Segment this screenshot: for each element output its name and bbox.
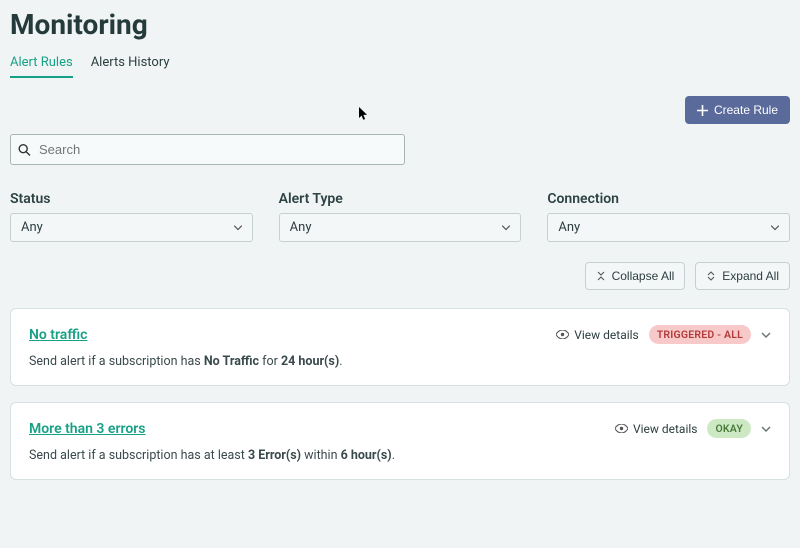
create-rule-button[interactable]: Create Rule [685, 96, 790, 124]
collapse-all-button[interactable]: Collapse All [585, 262, 686, 290]
caret-down-icon [234, 225, 242, 230]
chevron-down-icon[interactable] [761, 426, 771, 432]
view-details-label: View details [633, 422, 698, 436]
tabs: Alert Rules Alerts History [10, 55, 790, 78]
caret-down-icon [771, 225, 779, 230]
collapse-icon [596, 271, 606, 281]
collapse-all-label: Collapse All [612, 269, 675, 283]
tab-alerts-history[interactable]: Alerts History [91, 55, 170, 78]
chevron-down-icon[interactable] [761, 332, 771, 338]
status-filter-select[interactable]: Any [10, 213, 253, 242]
tab-alert-rules[interactable]: Alert Rules [10, 55, 73, 78]
view-details-button[interactable]: View details [556, 328, 639, 342]
expand-icon [706, 271, 716, 281]
connection-filter-value: Any [558, 220, 580, 235]
alert-type-filter-select[interactable]: Any [279, 213, 522, 242]
view-details-label: View details [574, 328, 639, 342]
connection-filter-select[interactable]: Any [547, 213, 790, 242]
status-filter-value: Any [21, 220, 43, 235]
eye-icon [556, 330, 569, 339]
plus-icon [697, 105, 708, 116]
caret-down-icon [502, 225, 510, 230]
expand-all-label: Expand All [722, 269, 779, 283]
alert-type-filter-label: Alert Type [279, 191, 522, 207]
rule-description: Send alert if a subscription has No Traf… [29, 354, 771, 369]
status-badge: TRIGGERED - ALL [649, 325, 751, 344]
create-rule-label: Create Rule [714, 103, 778, 117]
search-icon [18, 143, 31, 156]
rule-card: More than 3 errors View details OKAY Send a… [10, 402, 790, 480]
connection-filter-label: Connection [547, 191, 790, 207]
alert-type-filter-value: Any [290, 220, 312, 235]
rule-card: No traffic View details TRIGGERED - ALL Sen… [10, 308, 790, 386]
expand-all-button[interactable]: Expand All [695, 262, 790, 290]
rule-title-link[interactable]: No traffic [29, 327, 87, 343]
search-input[interactable] [10, 134, 405, 165]
rule-title-link[interactable]: More than 3 errors [29, 421, 145, 437]
view-details-button[interactable]: View details [615, 422, 698, 436]
rule-description: Send alert if a subscription has at leas… [29, 448, 771, 463]
page-title: Monitoring [10, 8, 790, 41]
status-badge: OKAY [707, 419, 751, 438]
eye-icon [615, 424, 628, 433]
status-filter-label: Status [10, 191, 253, 207]
